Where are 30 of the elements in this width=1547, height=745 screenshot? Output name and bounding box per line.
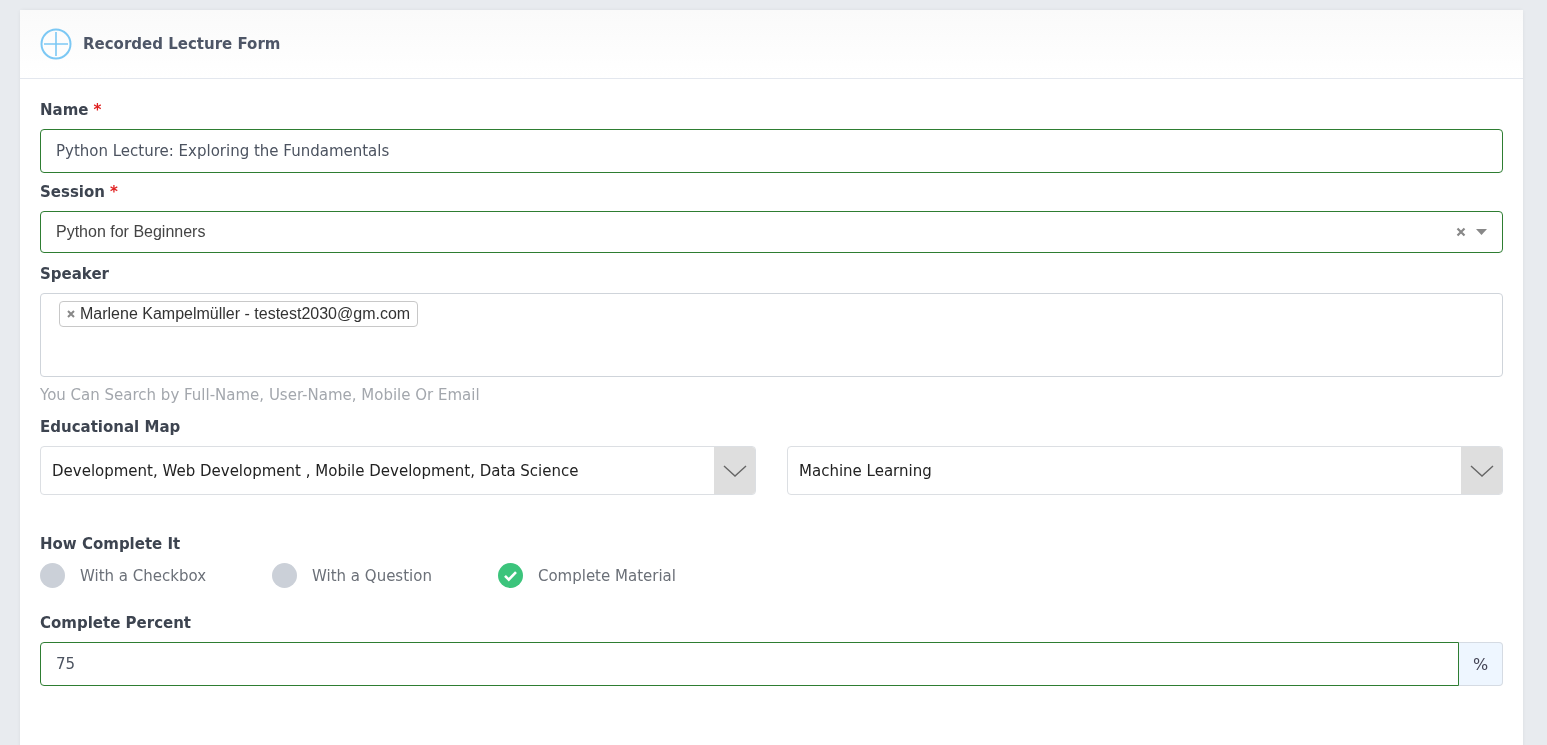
radio-icon[interactable] — [272, 563, 298, 588]
remove-icon[interactable] — [67, 310, 75, 318]
radio-icon[interactable] — [40, 563, 65, 588]
percent-addon: % — [1459, 642, 1503, 686]
chevron-down-icon — [722, 464, 747, 477]
checked-radio-icon[interactable] — [497, 563, 523, 588]
radio-option[interactable]: With a Question — [272, 563, 432, 588]
field-label: Educational Map — [40, 418, 181, 438]
required-mark: * — [93, 101, 102, 121]
radio-option[interactable]: Complete Material — [497, 563, 676, 588]
plus-circle-icon — [40, 28, 72, 60]
card-title: Recorded Lecture Form — [83, 35, 281, 53]
map-dropdown[interactable]: Machine Learning — [787, 446, 1503, 495]
map-dropdown[interactable]: Development, Web Development , Mobile Development, Data Science — [40, 446, 756, 495]
speaker-tag: Marlene Kampelmüller - testest2030@gm.com — [59, 301, 419, 327]
caret-icon — [1476, 229, 1487, 235]
field-label: How Complete It — [40, 535, 181, 555]
session-select[interactable]: Python for Beginners — [40, 211, 1503, 253]
required-mark: * — [109, 183, 118, 203]
field-label: Speaker — [40, 265, 109, 285]
speaker-field[interactable]: Marlene Kampelmüller - testest2030@gm.com — [40, 293, 1503, 377]
radio-option[interactable]: With a Checkbox — [40, 563, 207, 588]
field-label: Session — [40, 183, 105, 203]
percent-input[interactable]: 75 — [40, 642, 1459, 686]
clear-icon[interactable] — [1456, 227, 1466, 237]
chevron-down-icon — [1469, 464, 1494, 477]
field-label: Name — [40, 101, 89, 121]
help-text: You Can Search by Full-Name, User-Name, Mobile Or Email — [40, 386, 481, 404]
field-label: Complete Percent — [40, 614, 192, 634]
name-input[interactable]: Python Lecture: Exploring the Fundamentals — [40, 129, 1503, 173]
